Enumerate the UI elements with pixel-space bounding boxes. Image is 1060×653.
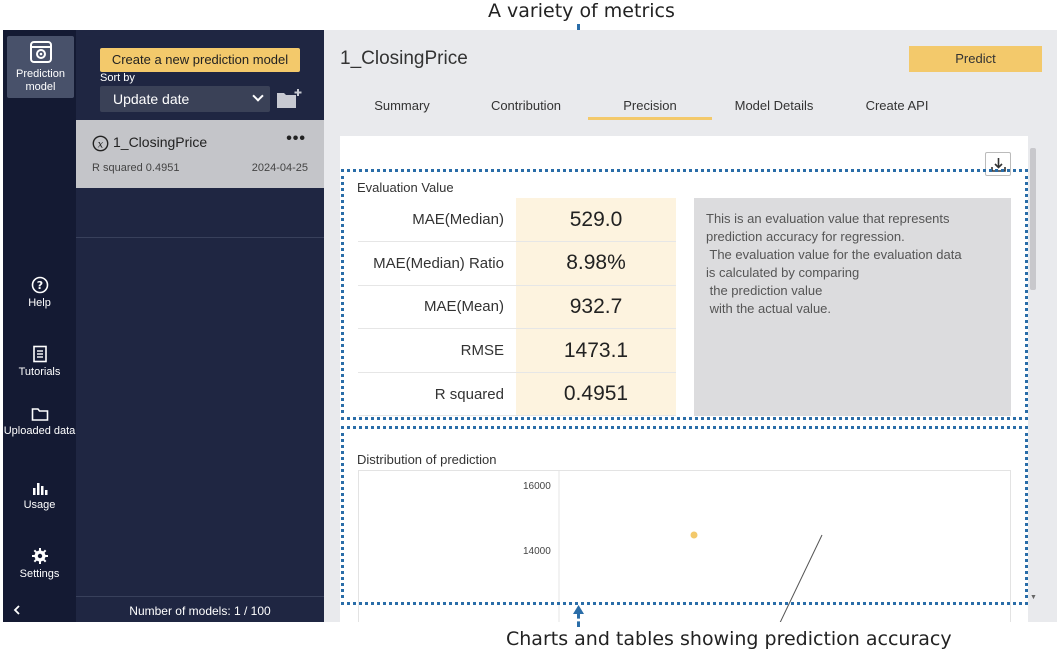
model-list-item[interactable]: x 1_ClosingPrice ••• R squared 0.4951 20… <box>76 120 324 188</box>
tab-create-api[interactable]: Create API <box>865 98 929 120</box>
rail-item-label: Usage <box>23 499 56 511</box>
svg-text:?: ? <box>36 279 42 292</box>
rail-item-usage[interactable]: Usage <box>3 480 76 512</box>
model-name: 1_ClosingPrice <box>113 134 208 150</box>
rail-item-label: Settings <box>19 568 60 580</box>
tab-precision[interactable]: Precision <box>588 98 712 120</box>
icon-rail: Prediction model ? Help Tutorials Upload… <box>3 30 76 622</box>
chevron-down-icon <box>252 90 264 102</box>
screenshot-frame: A variety of metrics Prediction model ? … <box>0 0 1060 653</box>
more-options-icon[interactable]: ••• <box>286 130 306 148</box>
scroll-down-arrow[interactable]: ▼ <box>1030 594 1037 601</box>
folder-add-icon[interactable] <box>276 88 302 110</box>
sort-select[interactable]: Update date <box>100 86 270 112</box>
model-list-panel: Create a new prediction model Sort by Up… <box>76 30 324 622</box>
page-title: 1_ClosingPrice <box>340 48 468 69</box>
rail-item-prediction-model[interactable]: Prediction model <box>7 36 74 98</box>
gear-cube-icon <box>29 41 52 63</box>
annotation-metrics-label: A variety of metrics <box>488 0 675 22</box>
model-count: Number of models: 1 / 100 <box>76 596 324 622</box>
rail-item-uploaded-data[interactable]: Uploaded data <box>3 406 76 438</box>
divider <box>76 237 324 238</box>
help-circle-icon: ? <box>31 276 48 294</box>
chevron-left-icon[interactable] <box>12 604 22 616</box>
document-icon <box>32 345 47 363</box>
sort-by-label: Sort by <box>100 72 135 84</box>
annotation-box-charts <box>341 426 1028 605</box>
annotation-box-metrics <box>341 169 1028 420</box>
tab-contribution[interactable]: Contribution <box>488 98 564 120</box>
rail-item-settings[interactable]: Settings <box>3 547 76 581</box>
regression-icon: x <box>92 135 109 152</box>
tab-summary[interactable]: Summary <box>373 98 431 120</box>
sort-select-value: Update date <box>113 91 190 107</box>
model-metric: R squared 0.4951 <box>92 162 180 174</box>
model-date: 2024-04-25 <box>251 162 308 174</box>
rail-item-label: Tutorials <box>18 366 61 378</box>
tab-model-details[interactable]: Model Details <box>732 98 816 120</box>
svg-text:x: x <box>98 140 104 151</box>
folder-icon <box>31 408 48 421</box>
gear-icon <box>31 548 48 564</box>
rail-item-label: Uploaded data <box>3 425 76 437</box>
rail-item-help[interactable]: ? Help <box>3 276 76 310</box>
annotation-charts-label: Charts and tables showing prediction acc… <box>506 628 952 650</box>
bar-chart-icon <box>32 483 47 495</box>
scrollbar-thumb[interactable] <box>1030 148 1036 290</box>
predict-button[interactable]: Predict <box>909 46 1042 72</box>
create-model-button[interactable]: Create a new prediction model <box>100 48 300 72</box>
rail-item-tutorials[interactable]: Tutorials <box>3 345 76 379</box>
rail-item-label: Help <box>28 297 51 309</box>
annotation-arrow-bottom <box>577 613 580 627</box>
rail-item-label: Prediction model <box>16 68 65 93</box>
